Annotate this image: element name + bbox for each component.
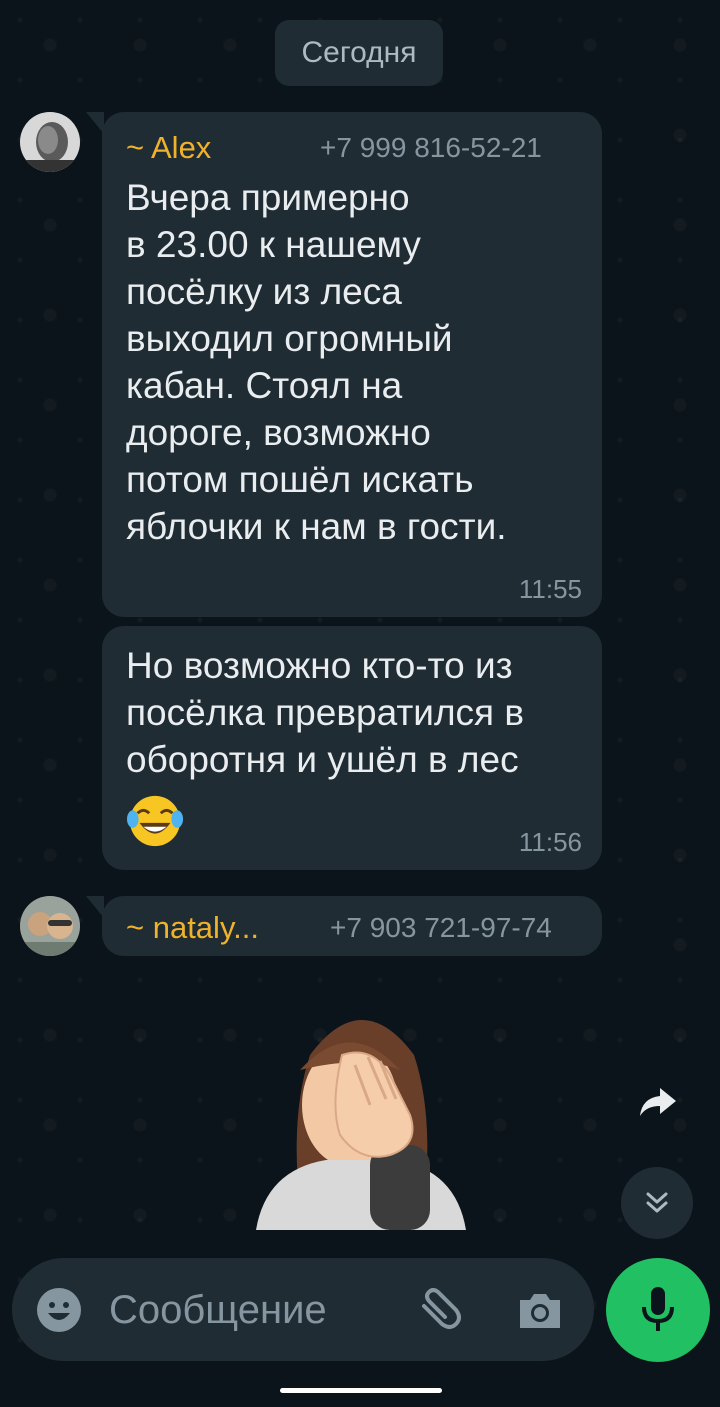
message-bubble[interactable]: Но возможно кто-то из посёлка превратилс… [102,626,602,870]
sender-phone[interactable]: +7 903 721-97-74 [330,912,552,944]
avatar-photo [20,112,80,172]
sender-name[interactable]: ~ nataly... [126,910,259,946]
avatar-photo [20,896,80,956]
face-with-tears-of-joy-icon [126,795,184,847]
avatar-alex[interactable] [20,112,80,172]
voice-record-button[interactable] [606,1258,710,1362]
double-chevron-down-icon [646,1192,668,1213]
message-composer [12,1258,594,1361]
message-time: 11:56 [518,827,582,857]
microphone-icon [642,1287,674,1331]
forward-arrow-icon [640,1088,676,1116]
message-text: Вчера примерно в 23.00 к нашему посёлку … [126,177,507,547]
emoji-button[interactable] [34,1285,84,1335]
attach-button[interactable] [414,1285,468,1335]
camera-icon [520,1294,560,1328]
paperclip-icon [422,1288,461,1329]
home-gesture-handle[interactable] [280,1388,442,1393]
message-text: Но возможно кто-то из посёлка превратилс… [126,645,525,780]
facepalm-woman-sticker[interactable] [250,995,475,1230]
avatar-nataly[interactable] [20,896,80,956]
camera-button[interactable] [512,1285,568,1335]
sender-name[interactable]: ~ Alex [126,130,211,166]
message-time: 11:55 [518,574,582,604]
forward-button[interactable] [628,1072,688,1132]
message-bubble[interactable]: ~ Alex +7 999 816-52-21 Вчера примерно в… [86,112,602,617]
system-navigation-bar [0,1370,720,1407]
sender-phone[interactable]: +7 999 816-52-21 [320,132,542,164]
date-divider-label: Сегодня [301,36,417,69]
message-input[interactable] [107,1283,411,1337]
message-bubble[interactable]: ~ nataly... +7 903 721-97-74 [86,896,602,956]
date-divider: Сегодня [275,20,443,86]
emoji-smiley-icon [37,1288,81,1332]
scroll-to-bottom-button[interactable] [621,1167,693,1239]
